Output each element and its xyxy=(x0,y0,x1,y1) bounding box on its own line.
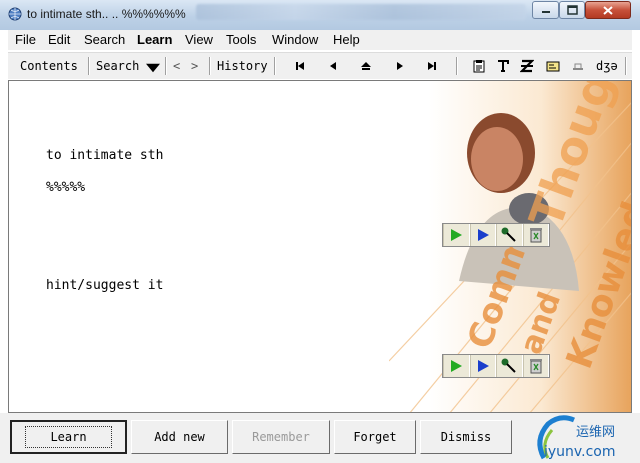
add-new-button[interactable]: Add new xyxy=(131,420,228,454)
next-icon[interactable] xyxy=(393,59,407,73)
microphone-icon xyxy=(501,227,516,242)
menu-file[interactable]: File xyxy=(15,32,36,47)
close-button[interactable] xyxy=(585,1,631,19)
watermark-url-text: iyunv.com xyxy=(544,444,615,460)
menu-window[interactable]: Window xyxy=(272,32,318,47)
learn-button-label: Learn xyxy=(25,426,112,448)
dismiss-button[interactable]: Dismiss xyxy=(420,420,512,454)
answer-audio-controls xyxy=(442,354,550,378)
menu-view[interactable]: View xyxy=(185,32,213,47)
watermark-logo: 运维网 iyunv.com xyxy=(537,415,615,460)
previous-icon[interactable] xyxy=(326,59,340,73)
play-button[interactable] xyxy=(443,355,470,377)
title-bar[interactable]: to intimate sth.. .. %%%%%% xyxy=(0,0,640,30)
menu-search[interactable]: Search xyxy=(84,32,125,47)
question-audio-controls xyxy=(442,223,550,247)
text-icon[interactable] xyxy=(496,59,510,73)
play-alt-button[interactable] xyxy=(469,355,496,377)
forward-button[interactable]: > xyxy=(191,59,198,73)
menu-bar: File Edit Search Learn View Tools Window… xyxy=(8,30,632,50)
forget-button[interactable]: Forget xyxy=(334,420,416,454)
play-button[interactable] xyxy=(443,224,470,246)
play-green-icon xyxy=(451,229,463,241)
maximize-icon xyxy=(566,5,578,15)
answer-line: %%%%% xyxy=(46,180,86,195)
play-blue-icon xyxy=(477,229,489,241)
menu-help[interactable]: Help xyxy=(333,32,360,47)
record-button[interactable] xyxy=(496,224,523,246)
minimize-icon xyxy=(541,11,550,13)
minimize-button[interactable] xyxy=(532,1,559,19)
close-icon xyxy=(603,5,613,15)
card-icon[interactable] xyxy=(546,59,560,73)
title-blur-region xyxy=(196,4,526,20)
window-title: to intimate sth.. .. %%%%%% xyxy=(27,7,186,21)
play-blue-icon xyxy=(477,360,489,372)
learning-card-area: Thought Comm and Knowled to intimate sth… xyxy=(8,80,632,413)
toolbar-separator xyxy=(88,57,90,75)
delete-button[interactable] xyxy=(522,355,549,377)
delete-button[interactable] xyxy=(522,224,549,246)
toolbar-separator xyxy=(165,57,167,75)
z-icon[interactable] xyxy=(520,59,534,73)
watermark-cn-text: 运维网 xyxy=(576,425,615,440)
toolbar-separator xyxy=(625,57,627,75)
speaker-icon[interactable] xyxy=(571,59,585,73)
search-button[interactable]: Search xyxy=(96,59,139,73)
history-button[interactable]: History xyxy=(217,59,268,73)
clipboard-icon[interactable] xyxy=(472,59,486,73)
toolbar-separator xyxy=(274,57,276,75)
contents-button[interactable]: Contents xyxy=(20,59,78,73)
record-button[interactable] xyxy=(496,355,523,377)
last-icon[interactable] xyxy=(425,59,439,73)
question-text: to intimate sth xyxy=(46,148,164,163)
recycle-bin-icon xyxy=(529,228,542,243)
toolbar: Contents Search < > History dʒə xyxy=(8,52,632,79)
globe-app-icon xyxy=(8,7,22,21)
menu-tools[interactable]: Tools xyxy=(226,32,256,47)
remember-button[interactable]: Remember xyxy=(232,420,330,454)
menu-edit[interactable]: Edit xyxy=(48,32,70,47)
hint-text: hint/suggest it xyxy=(46,278,164,293)
learn-button[interactable]: Learn xyxy=(10,420,127,454)
play-green-icon xyxy=(451,360,463,372)
menu-learn[interactable]: Learn xyxy=(137,32,172,47)
maximize-button[interactable] xyxy=(559,1,585,19)
microphone-icon xyxy=(501,358,516,373)
chevron-down-icon[interactable] xyxy=(146,61,160,75)
up-icon[interactable] xyxy=(359,59,373,73)
recycle-bin-icon xyxy=(529,359,542,374)
toolbar-separator xyxy=(456,57,458,75)
back-button[interactable]: < xyxy=(173,59,180,73)
toolbar-separator xyxy=(209,57,211,75)
phonetic-button[interactable]: dʒə xyxy=(596,59,618,73)
first-icon[interactable] xyxy=(293,59,307,73)
play-alt-button[interactable] xyxy=(469,224,496,246)
